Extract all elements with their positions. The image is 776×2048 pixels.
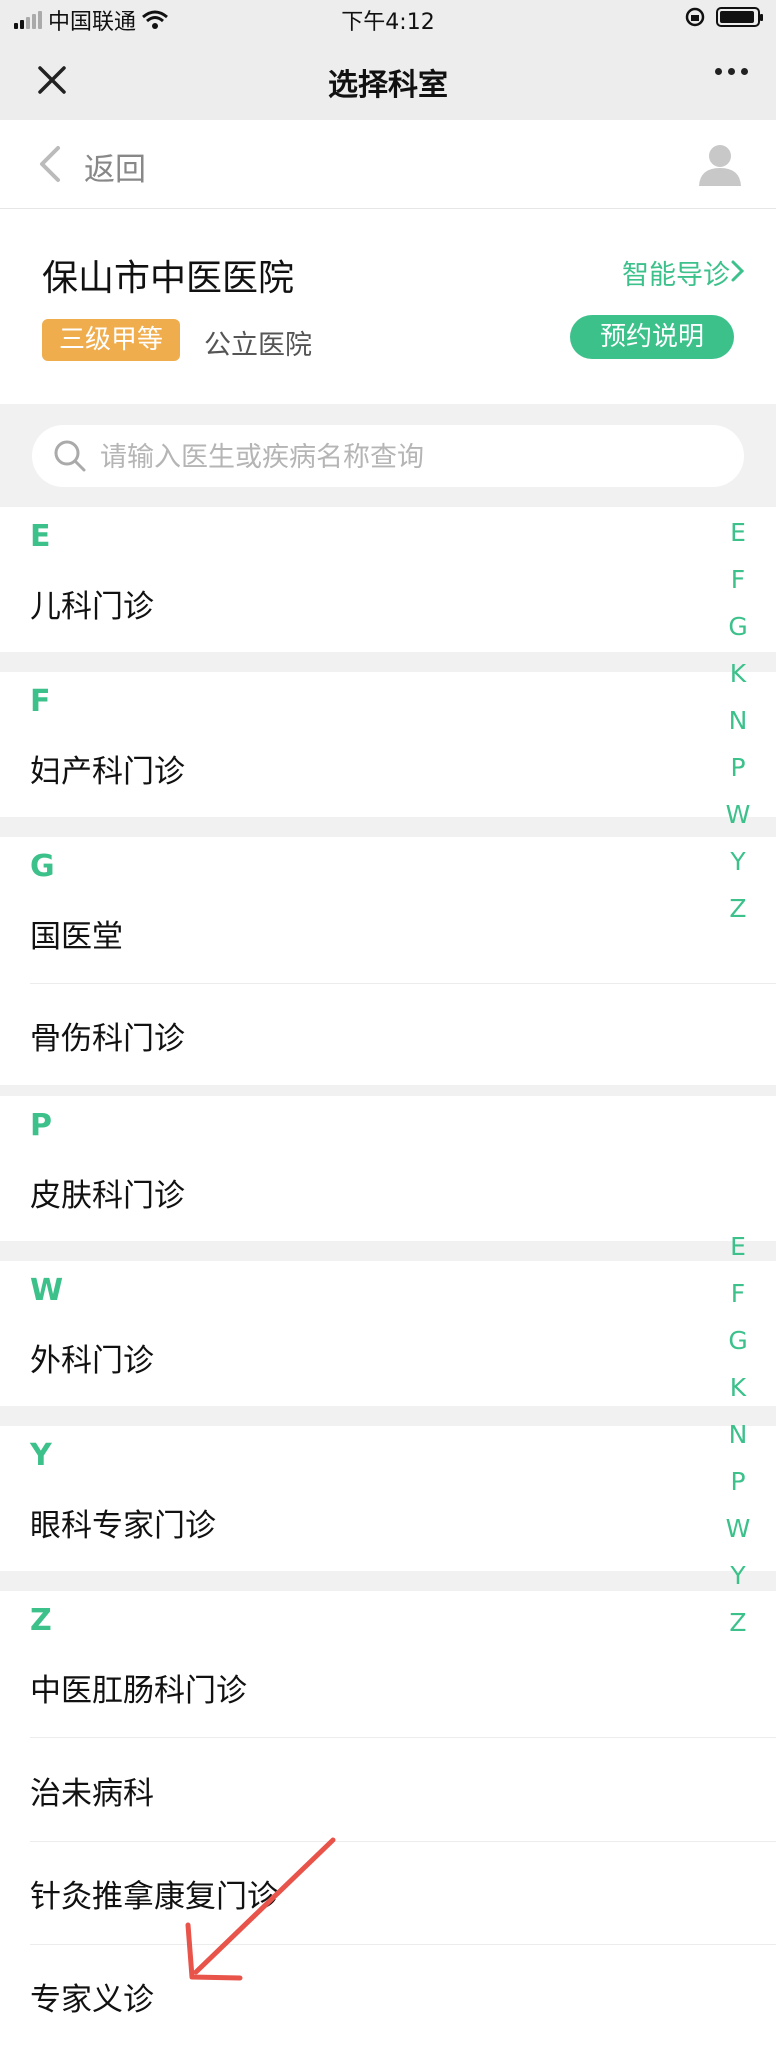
list-item[interactable]: 眼科专家门诊 xyxy=(30,1500,216,1545)
section-e: E 儿科门诊 xyxy=(0,507,776,652)
section-z: Z 中医肛肠科门诊 治未病科 针灸推拿康复门诊 专家义诊 xyxy=(0,1591,776,2048)
list-item[interactable]: 妇产科门诊 xyxy=(30,746,185,791)
battery-icon xyxy=(716,7,763,27)
index-letter[interactable]: N xyxy=(708,1411,768,1458)
index-letter[interactable]: P xyxy=(708,1458,768,1505)
orientation-lock-icon xyxy=(685,7,705,27)
index-letter[interactable]: N xyxy=(708,697,768,744)
smart-guide-link[interactable]: 智能导诊 xyxy=(622,253,730,292)
list-item[interactable]: 国医堂 xyxy=(30,911,123,956)
section-w: W 外科门诊 xyxy=(0,1261,776,1406)
section-letter: E xyxy=(30,519,51,554)
search-input[interactable] xyxy=(98,433,722,481)
divider xyxy=(30,1841,776,1842)
back-button[interactable]: 返回 xyxy=(84,144,146,189)
index-letter[interactable]: G xyxy=(708,603,768,650)
index-letter[interactable]: Y xyxy=(708,838,768,885)
status-time: 下午4:12 xyxy=(341,10,435,35)
list-item[interactable]: 针灸推拿康复门诊 xyxy=(30,1871,278,1916)
section-letter: F xyxy=(30,684,51,719)
hospital-card: 保山市中医医院 智能导诊 三级甲等 公立医院 预约说明 xyxy=(0,209,776,404)
index-letter[interactable]: G xyxy=(708,1317,768,1364)
section-letter: P xyxy=(30,1108,52,1143)
hospital-name: 保山市中医医院 xyxy=(42,258,295,299)
index-letter[interactable]: F xyxy=(708,1270,768,1317)
divider xyxy=(30,1737,776,1738)
index-letter[interactable]: Z xyxy=(708,885,768,932)
section-letter: W xyxy=(30,1273,64,1308)
list-item[interactable]: 骨伤科门诊 xyxy=(30,1013,185,1058)
index-letter[interactable]: E xyxy=(708,1223,768,1270)
list-item[interactable]: 儿科门诊 xyxy=(30,581,154,626)
hospital-level-badge: 三级甲等 xyxy=(42,319,180,361)
user-avatar-icon[interactable] xyxy=(696,140,744,188)
section-letter: Z xyxy=(30,1603,52,1638)
divider xyxy=(30,1944,776,1945)
index-letter[interactable]: E xyxy=(708,509,768,556)
search-icon xyxy=(54,440,86,472)
index-letter[interactable]: K xyxy=(708,1364,768,1411)
nav-bar: 选择科室 xyxy=(0,40,776,120)
alphabet-index[interactable]: E F G K N P W Y Z xyxy=(708,1223,768,1646)
index-letter[interactable]: K xyxy=(708,650,768,697)
index-letter[interactable]: F xyxy=(708,556,768,603)
section-f: F 妇产科门诊 xyxy=(0,672,776,817)
search-bar[interactable] xyxy=(32,425,744,487)
back-bar: 返回 xyxy=(0,120,776,209)
section-g: G 国医堂 骨伤科门诊 xyxy=(0,837,776,1085)
list-item[interactable]: 皮肤科门诊 xyxy=(30,1170,185,1215)
index-letter[interactable]: W xyxy=(708,1505,768,1552)
list-item[interactable]: 外科门诊 xyxy=(30,1335,154,1380)
section-letter: Y xyxy=(30,1438,52,1473)
section-letter: G xyxy=(30,849,55,884)
list-item[interactable]: 中医肛肠科门诊 xyxy=(30,1665,247,1710)
list-item[interactable]: 专家义诊 xyxy=(30,1974,154,2019)
index-letter[interactable]: Z xyxy=(708,1599,768,1646)
alphabet-index[interactable]: E F G K N P W Y Z xyxy=(708,509,768,932)
index-letter[interactable]: Y xyxy=(708,1552,768,1599)
booking-notice-button[interactable]: 预约说明 xyxy=(570,315,734,359)
chevron-right-icon[interactable] xyxy=(730,259,746,283)
page-title: 选择科室 xyxy=(328,68,448,103)
list-item[interactable]: 治未病科 xyxy=(30,1768,154,1813)
index-letter[interactable]: P xyxy=(708,744,768,791)
section-p: P 皮肤科门诊 xyxy=(0,1096,776,1241)
section-y: Y 眼科专家门诊 xyxy=(0,1426,776,1571)
status-bar: 中国联通 下午4:12 xyxy=(0,0,776,40)
more-icon[interactable] xyxy=(715,68,748,75)
divider xyxy=(30,983,776,984)
back-chevron-icon[interactable] xyxy=(34,144,66,184)
hospital-type: 公立医院 xyxy=(204,330,312,361)
index-letter[interactable]: W xyxy=(708,791,768,838)
